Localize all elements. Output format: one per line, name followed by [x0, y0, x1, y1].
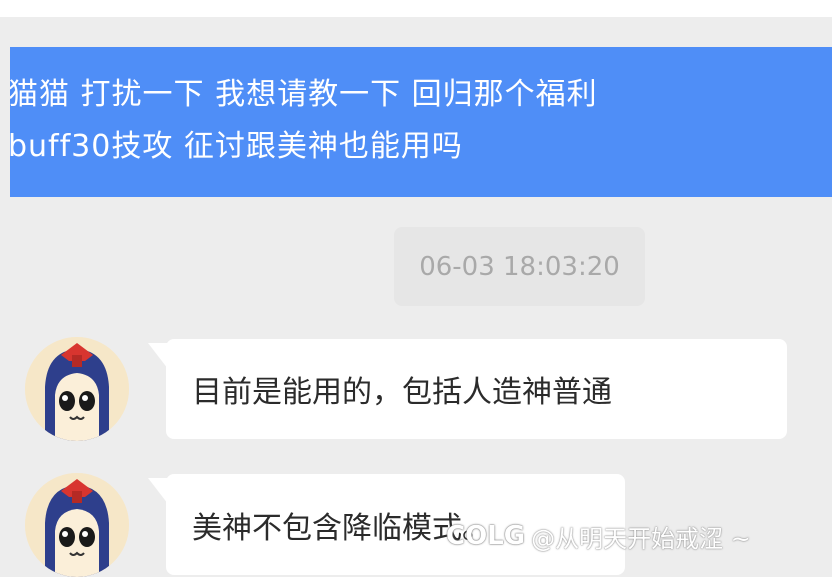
sender-avatar[interactable]: [25, 473, 129, 577]
message-timestamp: 06-03 18:03:20: [394, 227, 645, 306]
outgoing-message-line-1: 猫猫 打扰一下 我想请教一下 回归那个福利: [10, 77, 598, 112]
sender-avatar[interactable]: [25, 337, 129, 441]
colg-logo: COLG: [446, 521, 526, 551]
incoming-message-text: 目前是能用的，包括人造神普通: [192, 375, 612, 410]
watermark: COLG @从明天开始戒涩 ~: [446, 517, 751, 555]
incoming-message-bubble[interactable]: 目前是能用的，包括人造神普通: [148, 339, 787, 439]
outgoing-message-bubble[interactable]: 猫猫 打扰一下 我想请教一下 回归那个福利 buff30技攻 征讨跟美神也能用吗: [10, 47, 832, 197]
watermark-text: @从明天开始戒涩 ~: [531, 524, 751, 553]
outgoing-message-line-2: buff30技攻 征讨跟美神也能用吗: [10, 129, 463, 164]
pipimi-avatar-icon: [25, 473, 129, 577]
top-strip: [0, 0, 832, 17]
pipimi-avatar-icon: [25, 337, 129, 441]
